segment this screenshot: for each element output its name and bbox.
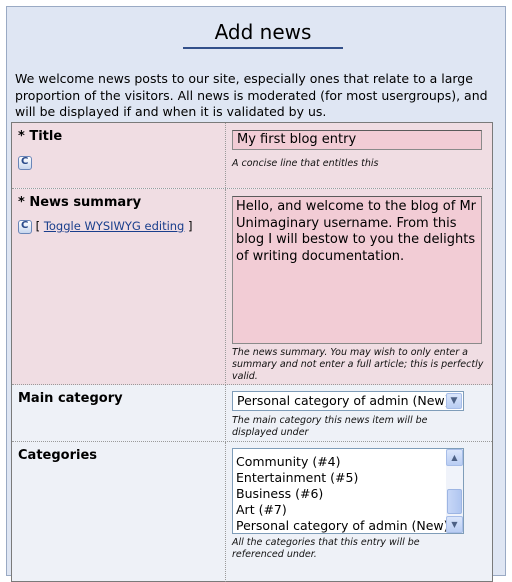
title-field-cell: My first blog entry A concise line that …: [225, 123, 492, 188]
categories-listbox[interactable]: . Community (#4) Entertainment (#5) Busi…: [232, 448, 464, 534]
main-category-select[interactable]: Personal category of admin (New) ▼: [232, 391, 464, 411]
list-item[interactable]: Community (#4): [233, 454, 446, 470]
categories-row: Categories . Community (#4) Entertainmen…: [12, 441, 492, 582]
categories-field-cell: . Community (#4) Entertainment (#5) Busi…: [225, 442, 492, 582]
categories-label: Categories: [18, 448, 98, 463]
title-description: A concise line that entitles this: [232, 158, 379, 169]
main-category-selected: Personal category of admin (New): [237, 393, 450, 408]
main-category-label-cell: Main category: [12, 385, 225, 442]
required-mark: *: [18, 129, 25, 144]
news-summary-label: News summary: [29, 195, 142, 210]
main-category-field-cell: Personal category of admin (New) ▼ The m…: [225, 385, 492, 442]
page-title: Add news: [183, 19, 343, 49]
chevron-down-icon[interactable]: ▼: [446, 393, 462, 409]
comcode-icon[interactable]: [18, 155, 32, 170]
main-category-label: Main category: [18, 391, 123, 406]
list-item[interactable]: Art (#7): [233, 502, 446, 518]
categories-label-cell: Categories: [12, 442, 225, 582]
title-label-cell: * Title: [12, 123, 225, 188]
main-category-description: The main category this news item will be…: [232, 415, 428, 438]
arrow-down-icon[interactable]: ▼: [446, 516, 463, 533]
title-input[interactable]: My first blog entry: [232, 130, 482, 150]
list-item[interactable]: Business (#6): [233, 486, 446, 502]
comcode-icon[interactable]: [18, 219, 32, 234]
scroll-thumb[interactable]: [447, 489, 462, 514]
news-summary-label-cell: * News summary [ Toggle WYSIWYG editing …: [12, 189, 225, 385]
news-summary-textarea[interactable]: Hello, and welcome to the blog of Mr Uni…: [232, 196, 482, 344]
categories-scrollbar[interactable]: ▲ ▼: [446, 449, 463, 533]
categories-description: All the categories that this entry will …: [232, 537, 420, 560]
news-summary-description: The news summary. You may wish to only e…: [232, 347, 484, 382]
title-label: Title: [29, 129, 63, 144]
arrow-up-icon[interactable]: ▲: [446, 449, 463, 466]
wysiwyg-toggle: [ Toggle WYSIWYG editing ]: [18, 219, 225, 234]
required-mark: *: [18, 195, 25, 210]
add-news-form: * Title My first blog entry A concise li…: [11, 122, 493, 582]
list-item[interactable]: Entertainment (#5): [233, 470, 446, 486]
list-item[interactable]: Personal category of admin (New): [233, 518, 449, 533]
news-summary-field-cell: Hello, and welcome to the blog of Mr Uni…: [225, 189, 492, 385]
news-summary-row: * News summary [ Toggle WYSIWYG editing …: [12, 188, 492, 385]
title-row: * Title My first blog entry A concise li…: [12, 123, 492, 188]
intro-text: We welcome news posts to our site, espec…: [15, 71, 488, 119]
toggle-wysiwyg-link[interactable]: Toggle WYSIWYG editing: [44, 219, 185, 233]
main-category-row: Main category Personal category of admin…: [12, 384, 492, 442]
